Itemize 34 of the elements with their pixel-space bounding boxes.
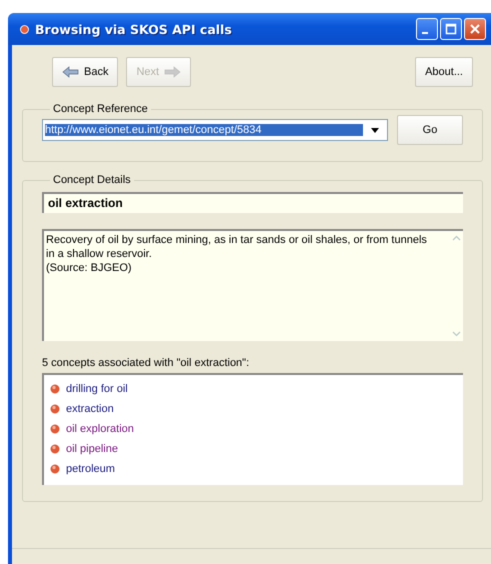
url-dropdown[interactable]: http://www.eionet.eu.int/gemet/concept/5834 [42,119,388,141]
left-arrow-icon [62,66,80,78]
go-button[interactable]: Go [397,115,463,145]
maximize-button[interactable] [440,18,462,40]
about-button[interactable]: About... [415,57,473,87]
concept-link[interactable]: oil exploration [66,423,134,435]
dropdown-arrow-icon [371,128,379,132]
definition-text: Recovery of oil by surface mining, as in tar sands or oil shales, or from tunnels in a shallow reservoir. [46,233,428,261]
concept-link[interactable]: extraction [66,403,114,415]
definition-text-area[interactable]: Recovery of oil by surface mining, as in tar sands or oil shales, or from tunnels in a shallow reservoir. (Source: BJGEO) [42,229,463,341]
bullet-icon [50,464,60,474]
close-button[interactable] [464,18,486,40]
app-icon [20,24,29,34]
group-title: Concept Reference [52,103,149,115]
concept-link[interactable]: oil pipeline [66,443,118,455]
bullet-icon [50,404,60,414]
minimize-button[interactable] [416,18,438,40]
bullet-icon [50,384,60,394]
concept-link[interactable]: petroleum [66,463,115,475]
close-icon [469,23,481,35]
scroll-down-icon [452,331,460,337]
minimize-icon [422,32,428,34]
scroll-up-icon [452,235,460,241]
associated-label: 5 concepts associated with "oil extraction": [42,357,250,369]
back-button[interactable]: Back [52,57,118,87]
concept-link[interactable]: drilling for oil [66,383,128,395]
definition-text: (Source: BJGEO) [46,261,133,275]
maximize-icon [445,23,457,35]
bullet-icon [50,444,60,454]
concept-name-field[interactable]: oil extraction [42,192,463,213]
right-arrow-icon [163,66,182,78]
bullet-icon [50,424,60,434]
window-title: Browsing via SKOS API calls [35,22,233,36]
group-title: Concept Details [52,174,132,186]
